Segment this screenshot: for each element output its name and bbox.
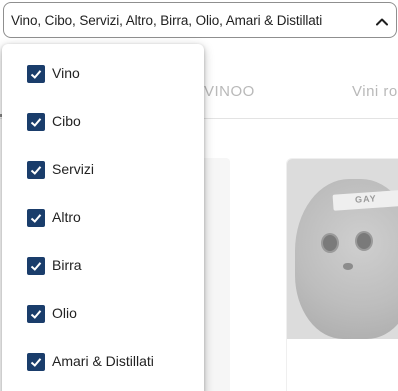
option-altro[interactable]: Altro <box>2 194 204 242</box>
check-icon <box>30 310 42 319</box>
option-amari-distillati[interactable]: Amari & Distillati <box>2 338 204 386</box>
check-icon <box>30 262 42 271</box>
check-icon <box>30 70 42 79</box>
select-value-text: Vino, Cibo, Servizi, Altro, Birra, Olio,… <box>11 13 323 28</box>
cat-eye-left <box>321 233 339 253</box>
checkbox[interactable] <box>27 65 45 83</box>
option-birra[interactable]: Birra <box>2 242 204 290</box>
checkbox[interactable] <box>27 113 45 131</box>
cat-eye-right <box>355 231 373 251</box>
product-image: GAY <box>287 159 398 339</box>
option-label: Vino <box>52 65 80 81</box>
option-label: Birra <box>52 257 82 273</box>
option-olio[interactable]: Olio <box>2 290 204 338</box>
tab-vinoo[interactable]: VINOO <box>204 83 255 100</box>
checkbox[interactable] <box>27 257 45 275</box>
cat-nose <box>343 263 353 270</box>
option-vino[interactable]: Vino <box>2 50 204 98</box>
category-filter-select[interactable]: Vino, Cibo, Servizi, Altro, Birra, Olio,… <box>3 2 397 38</box>
page: VINOO Vini ro GAY Vino, Cibo, Servizi, A… <box>0 0 398 391</box>
option-label: Cibo <box>52 113 81 129</box>
headband-text: GAY <box>354 193 378 205</box>
category-dropdown-menu: Vino Cibo Servizi Altro Birra Olio Amari… <box>2 44 204 391</box>
checkbox[interactable] <box>27 161 45 179</box>
checkbox[interactable] <box>27 209 45 227</box>
chevron-up-icon[interactable] <box>375 15 389 29</box>
tab-vini-rossi[interactable]: Vini ro <box>352 83 398 100</box>
checkbox[interactable] <box>27 305 45 323</box>
product-card[interactable]: GAY <box>286 158 398 391</box>
option-servizi[interactable]: Servizi <box>2 146 204 194</box>
checkbox[interactable] <box>27 353 45 371</box>
option-label: Olio <box>52 305 77 321</box>
product-card-partial[interactable] <box>200 158 230 391</box>
option-label: Altro <box>52 209 81 225</box>
option-cibo[interactable]: Cibo <box>2 98 204 146</box>
option-label: Servizi <box>52 161 95 177</box>
option-label: Amari & Distillati <box>52 353 154 369</box>
check-icon <box>30 214 42 223</box>
check-icon <box>30 358 42 367</box>
check-icon <box>30 166 42 175</box>
check-icon <box>30 118 42 127</box>
